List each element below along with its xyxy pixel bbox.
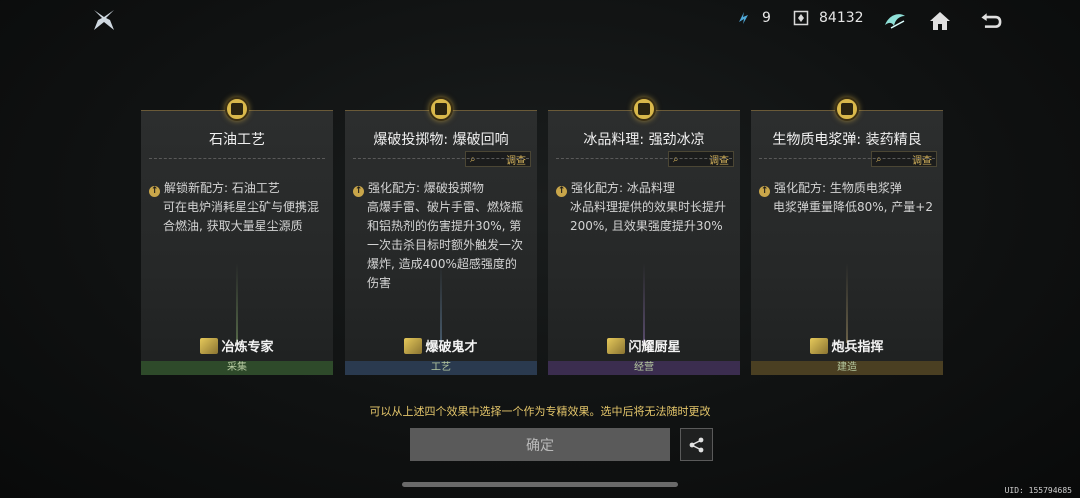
specialist-name: 炮兵指挥 (751, 336, 943, 355)
specialist-name: 闪耀厨星 (548, 336, 740, 355)
magnifier-icon: ⌕ (876, 153, 882, 165)
effect-body: 电浆弹重量降低80%, 产量+2 (773, 200, 933, 214)
smelting-specialist-icon (200, 337, 219, 354)
card-title: 生物质电浆弹: 装药精良 (772, 132, 922, 148)
effect-body: 冰品料理提供的效果时长提升200%, 且效果强度提升30% (570, 200, 727, 233)
upgrade-arrow-icon: ↑ (149, 186, 160, 197)
home-icon[interactable] (927, 8, 953, 34)
specialist-name: 冶炼专家 (141, 336, 333, 355)
specialty-card-ice[interactable]: 冰品料理: 强劲冰凉 ⌕ 调查 ↑ 强化配方: 冰品料理 冰品料理提供的效果时长提… (548, 97, 740, 375)
specialty-card-oil[interactable]: 石油工艺 ↑ 解锁新配方: 石油工艺 可在电炉消耗星尘矿与便携混合燃油, 获取大量… (141, 97, 333, 375)
share-button[interactable] (680, 428, 713, 461)
card-divider (149, 158, 325, 159)
share-icon (689, 437, 703, 452)
recipe-badge-icon (632, 97, 656, 121)
credits-value: 84132 (819, 10, 864, 26)
energy-icon (739, 12, 748, 24)
faction-emblem-icon[interactable] (882, 8, 908, 34)
upgrade-arrow-icon: ↑ (759, 186, 770, 197)
effect-head: 解锁新配方: 石油工艺 (164, 181, 280, 195)
effect-head: 强化配方: 爆破投掷物 (368, 181, 484, 195)
card-title: 冰品料理: 强劲冰凉 (583, 132, 705, 148)
demolition-specialist-icon (404, 337, 423, 354)
recipe-badge-icon (835, 97, 859, 121)
investigate-button[interactable]: ⌕ 调查 (465, 151, 531, 167)
glow-decoration (236, 263, 238, 343)
investigate-button[interactable]: ⌕ 调查 (668, 151, 734, 167)
specialty-card-explosive[interactable]: 爆破投掷物: 爆破回响 ⌕ 调查 ↑ 强化配方: 爆破投掷物 高爆手雷、破片手雷、… (345, 97, 537, 375)
magnifier-icon: ⌕ (470, 153, 476, 165)
uid-label: UID: 155794685 (1004, 486, 1072, 495)
recipe-badge-icon (225, 97, 249, 121)
effect-head: 强化配方: 生物质电浆弹 (774, 181, 902, 195)
card-title: 石油工艺 (209, 132, 265, 148)
artillery-specialist-icon (810, 337, 829, 354)
credits-icon (793, 10, 809, 26)
specialty-card-plasma[interactable]: 生物质电浆弹: 装药精良 ⌕ 调查 ↑ 强化配方: 生物质电浆弹 电浆弹重量降低8… (751, 97, 943, 375)
specialist-name: 爆破鬼才 (345, 336, 537, 355)
card-divider (353, 158, 529, 159)
card-title: 爆破投掷物: 爆破回响 (373, 132, 509, 148)
investigate-button[interactable]: ⌕ 调查 (871, 151, 937, 167)
effect-body: 可在电炉消耗星尘矿与便携混合燃油, 获取大量星尘源质 (163, 200, 320, 233)
energy-value: 9 (762, 10, 771, 26)
glow-decoration (440, 263, 442, 343)
energy-stat: 9 (736, 10, 771, 26)
category-label: 建造 (751, 361, 943, 375)
category-label: 工艺 (345, 361, 537, 375)
selection-hint: 可以从上述四个效果中选择一个作为专精效果。选中后将无法随时更改 (369, 405, 711, 418)
back-icon[interactable] (978, 8, 1004, 34)
gesture-home-bar[interactable] (402, 482, 678, 487)
card-effect: ↑ 强化配方: 冰品料理 冰品料理提供的效果时长提升200%, 且效果强度提升30… (556, 179, 730, 236)
card-effect: ↑ 强化配方: 生物质电浆弹 电浆弹重量降低80%, 产量+2 (759, 179, 933, 217)
glow-decoration (846, 263, 848, 343)
menu-logo-icon[interactable] (92, 8, 116, 32)
credits-stat: 84132 (793, 10, 864, 26)
category-label: 采集 (141, 361, 333, 375)
recipe-badge-icon (429, 97, 453, 121)
card-divider (556, 158, 732, 159)
glow-decoration (643, 263, 645, 343)
upgrade-arrow-icon: ↑ (556, 186, 567, 197)
confirm-button[interactable]: 确定 (410, 428, 670, 461)
upgrade-arrow-icon: ↑ (353, 186, 364, 197)
magnifier-icon: ⌕ (673, 153, 679, 165)
chef-specialist-icon (607, 337, 626, 354)
card-effect: ↑ 解锁新配方: 石油工艺 可在电炉消耗星尘矿与便携混合燃油, 获取大量星尘源质 (149, 179, 323, 236)
effect-head: 强化配方: 冰品料理 (571, 181, 675, 195)
category-label: 经营 (548, 361, 740, 375)
top-bar: 9 84132 (0, 0, 1080, 40)
card-divider (759, 158, 935, 159)
